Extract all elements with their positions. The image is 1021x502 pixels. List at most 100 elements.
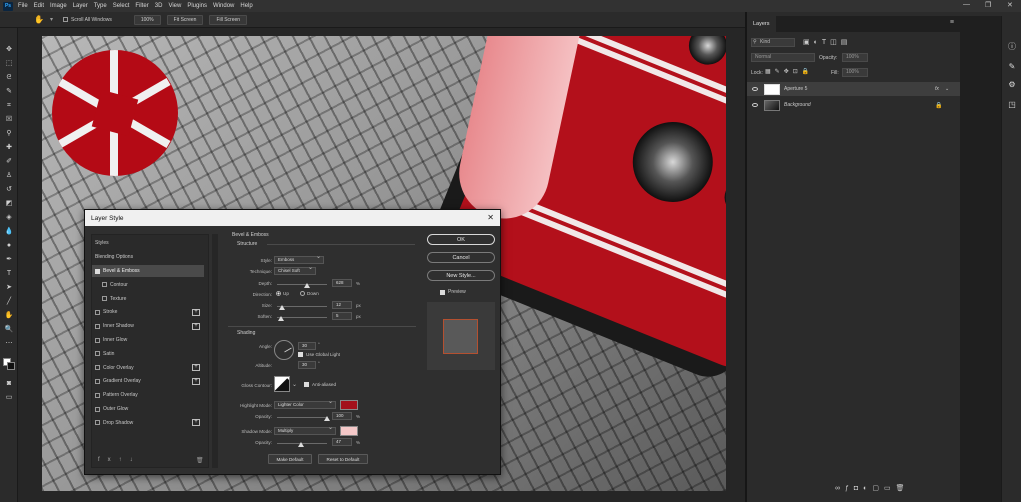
trash-icon[interactable]: 🗑 (196, 457, 204, 464)
menu-help[interactable]: Help (240, 3, 252, 9)
layer-row-background[interactable]: Background 🔒 (747, 98, 960, 112)
angle-dial[interactable] (274, 340, 294, 360)
new-style-button[interactable]: New Style... (427, 270, 495, 281)
close-icon[interactable]: ✕ (487, 213, 494, 222)
soften-slider[interactable] (277, 317, 327, 318)
highlight-opacity-slider[interactable] (277, 417, 327, 418)
marquee-tool-icon[interactable]: ⬚ (4, 60, 14, 68)
menu-view[interactable]: View (168, 3, 181, 9)
size-slider-handle[interactable] (279, 305, 285, 310)
add-effect-icon[interactable]: + (192, 308, 200, 316)
style-item-outer-glow[interactable]: Outer Glow (92, 403, 204, 415)
hand-tool-sidebar-icon[interactable]: ✋ (4, 312, 14, 320)
menu-select[interactable]: Select (113, 3, 130, 9)
more-tools-icon[interactable]: ⋯ (4, 340, 14, 348)
style-checkbox[interactable] (95, 378, 100, 384)
blur-tool-icon[interactable]: 💧 (4, 228, 14, 236)
style-item-stroke[interactable]: Stroke + (92, 306, 204, 318)
style-item-satin[interactable]: Satin (92, 348, 204, 360)
direction-up-radio[interactable]: Up (276, 291, 289, 297)
fx-icon[interactable]: fx (935, 86, 939, 92)
menu-window[interactable]: Window (213, 3, 234, 9)
preview-checkbox[interactable]: Preview (440, 289, 466, 295)
add-effect-icon[interactable]: + (192, 364, 200, 372)
style-footer-icons[interactable]: fx↑↓ (98, 457, 141, 463)
clone-stamp-tool-icon[interactable]: ♙ (4, 172, 14, 180)
healing-brush-tool-icon[interactable]: ✚ (4, 144, 14, 152)
quick-mask-icon[interactable]: ◙ (4, 380, 14, 388)
crop-tool-icon[interactable]: ⌗ (4, 102, 14, 110)
highlight-mode-select[interactable]: Lighter Color (274, 399, 336, 409)
depth-slider[interactable] (277, 284, 327, 285)
direction-down-radio[interactable]: Down (300, 291, 319, 297)
layer-filter-icons[interactable]: ▣◐T◫▤ (803, 38, 851, 46)
zoom-100-button[interactable]: 100% (133, 14, 161, 25)
menu-type[interactable]: Type (94, 3, 107, 9)
type-tool-icon[interactable]: T (4, 270, 14, 278)
menu-file[interactable]: File (18, 3, 28, 9)
style-checkbox[interactable] (95, 323, 100, 329)
gloss-contour-preview[interactable] (274, 376, 290, 392)
panel-menu-icon[interactable]: ≡ (950, 19, 954, 26)
brush-settings-icon[interactable]: ✎ (1007, 62, 1017, 72)
layers-footer-icons[interactable]: ∞ƒ◘◐▢▭🗑 (835, 484, 909, 492)
style-item-inner-glow[interactable]: Inner Glow (92, 334, 204, 346)
frame-tool-icon[interactable]: ☒ (4, 116, 14, 124)
fx-icon[interactable]: fx (98, 457, 119, 463)
reset-to-default-button[interactable]: Reset to Default (318, 454, 368, 464)
history-brush-tool-icon[interactable]: ↺ (4, 186, 14, 194)
checkbox-checked-icon[interactable] (298, 352, 303, 358)
cancel-button[interactable]: Cancel (427, 252, 495, 263)
blend-mode-select[interactable]: Normal (751, 53, 815, 62)
layer-name[interactable]: Background (784, 102, 811, 108)
style-item-bevel-emboss[interactable]: Bevel & Emboss (92, 265, 204, 277)
style-checkbox[interactable] (95, 406, 100, 412)
style-checkbox[interactable] (95, 337, 100, 343)
style-checkbox[interactable] (95, 351, 100, 357)
quick-select-tool-icon[interactable]: ✎ (4, 88, 14, 96)
close-window-icon[interactable]: ✕ (1007, 1, 1013, 9)
radio-unselected-icon[interactable] (300, 291, 305, 297)
radio-selected-icon[interactable] (276, 291, 281, 297)
menu-3d[interactable]: 3D (155, 3, 163, 9)
global-light-checkbox[interactable]: Use Global Light (298, 352, 340, 358)
add-effect-icon[interactable]: + (192, 419, 200, 427)
layers-tab[interactable]: Layers (747, 16, 776, 32)
make-default-button[interactable]: Make Default (268, 454, 312, 464)
style-checkbox[interactable] (95, 392, 100, 398)
lock-icons[interactable]: ▦✎✥⊡🔒 (765, 68, 813, 75)
style-item-pattern-overlay[interactable]: Pattern Overlay (92, 389, 204, 401)
ok-button[interactable]: OK (427, 234, 495, 245)
style-checkbox[interactable] (95, 268, 100, 274)
shadow-opacity-handle[interactable] (297, 442, 304, 447)
layer-row-aperture[interactable]: Aperture 5 fx ⌄ (747, 82, 960, 96)
screen-mode-icon[interactable]: ▭ (4, 394, 14, 402)
add-effect-icon[interactable]: + (192, 322, 200, 330)
menu-edit[interactable]: Edit (34, 3, 44, 9)
move-tool-icon[interactable]: ✥ (4, 46, 14, 54)
chevron-down-icon[interactable]: ▾ (50, 16, 53, 23)
size-input[interactable]: 12 (332, 301, 352, 309)
visibility-eye-icon[interactable] (752, 103, 758, 107)
add-effect-icon[interactable]: + (192, 377, 200, 385)
menu-layer[interactable]: Layer (73, 3, 88, 9)
shadow-color-swatch[interactable] (340, 426, 358, 436)
style-checkbox[interactable] (95, 309, 100, 315)
zoom-tool-icon[interactable]: 🔍 (4, 326, 14, 334)
scroll-all-windows-checkbox[interactable] (62, 17, 68, 22)
highlight-color-swatch[interactable] (340, 400, 358, 410)
eyedropper-tool-icon[interactable]: ⚲ (4, 130, 14, 138)
altitude-input[interactable]: 30 (298, 361, 316, 369)
style-select[interactable]: Emboss (274, 254, 324, 264)
restore-icon[interactable]: ❐ (985, 1, 991, 9)
fit-screen-button[interactable]: Fit Screen (166, 14, 204, 25)
kind-filter-select[interactable]: ⚲ Kind (751, 38, 795, 47)
checkbox-checked-icon[interactable] (440, 289, 445, 295)
soften-input[interactable]: 5 (332, 312, 352, 320)
hand-tool-icon[interactable]: ✋ (34, 15, 44, 24)
styles-scrollbar[interactable] (212, 234, 218, 468)
depth-slider-handle[interactable] (304, 283, 310, 288)
style-item-inner-shadow[interactable]: Inner Shadow + (92, 320, 204, 332)
chevron-down-icon[interactable]: ⌄ (292, 381, 297, 388)
soften-slider-handle[interactable] (278, 316, 284, 321)
